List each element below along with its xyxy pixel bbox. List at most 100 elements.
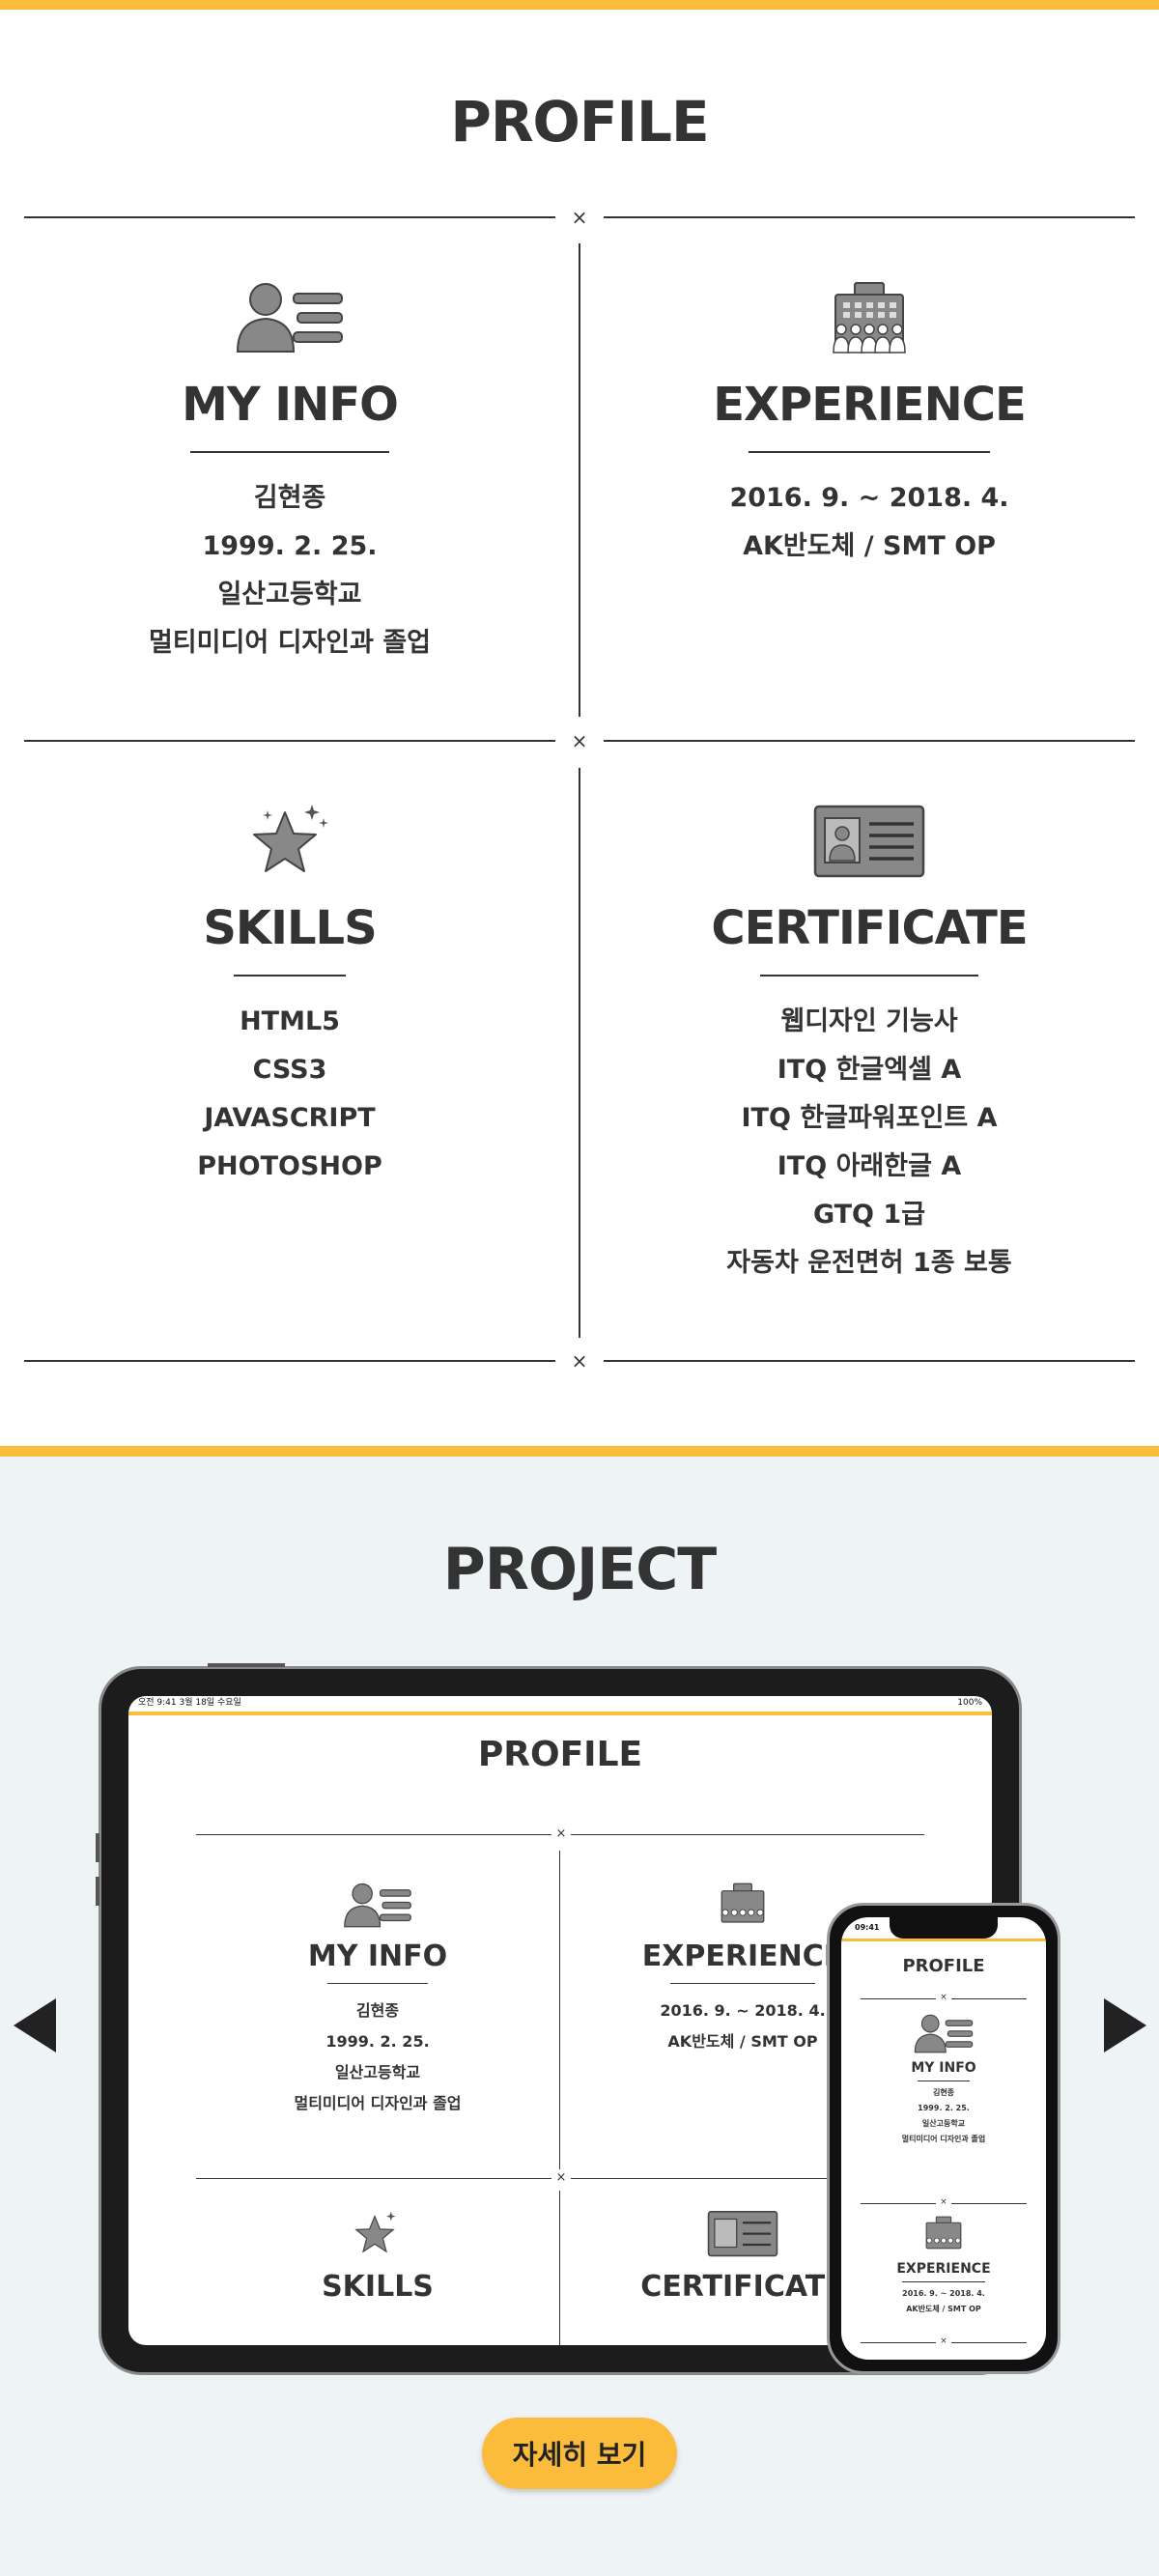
phone-status-time: 09:41 (855, 1923, 880, 1932)
vertical-divider (559, 2191, 560, 2345)
tablet-status-datetime: 오전 9:41 3월 18일 수요일 (138, 1698, 241, 1708)
divider-line (604, 740, 1135, 742)
info-school: 일산고등학교 (921, 2119, 966, 2128)
tablet-skills-title: SKILLS (322, 2270, 434, 2304)
id-card-icon (707, 2211, 778, 2257)
section-accent-bar (0, 1446, 1159, 1457)
phone-experience-card: EXPERIENCE 2016. 9. ~ 2018. 4. AK반도체 / S… (841, 2213, 1046, 2317)
star-icon (354, 2211, 396, 2253)
tablet-accent-strip (128, 1712, 992, 1715)
divider-line (571, 1834, 924, 1835)
info-birthdate: 1999. 2. 25. (325, 2032, 430, 2051)
divider-line (861, 1998, 936, 1999)
info-major: 멀티미디어 디자인과 졸업 (148, 628, 432, 658)
tablet-status-battery: 100% (957, 1698, 982, 1708)
divider-line (196, 2178, 551, 2179)
experience-period: 2016. 9. ~ 2018. 4. (902, 2289, 985, 2298)
divider-line (951, 1998, 1027, 1999)
divider-line (24, 740, 555, 742)
info-name: 김현종 (253, 483, 326, 513)
tablet-status-bar: 오전 9:41 3월 18일 수요일 100% (128, 1696, 992, 1712)
tablet-top-button (208, 1663, 285, 1667)
info-birthdate: 1999. 2. 25. (918, 2104, 970, 2112)
profile-section-title: PROFILE (450, 89, 709, 155)
view-details-button[interactable]: 자세히 보기 (482, 2418, 677, 2489)
skills-card: SKILLS HTML5 CSS3 JAVASCRIPT PHOTOSHOP (0, 799, 580, 1191)
title-underline (670, 1983, 815, 1984)
divider-line (24, 216, 555, 218)
phone-notch (890, 1917, 998, 1939)
top-accent-bar (0, 0, 1159, 10)
experience-period: 2016. 9. ~ 2018. 4. (729, 483, 1009, 513)
certificate-item: ITQ 한글엑셀 A (777, 1055, 962, 1085)
separator-x: × (940, 1993, 947, 2002)
info-birthdate: 1999. 2. 25. (202, 531, 378, 561)
id-card-icon (580, 799, 1159, 882)
title-underline (327, 1983, 428, 1984)
certificate-item: 웹디자인 기능사 (780, 1006, 958, 1036)
info-name: 김현종 (355, 2001, 400, 2020)
divider-line (604, 1360, 1135, 1362)
phone-mockup[interactable]: 09:41 PROFILE × MY INFO 김현종 1999. 2. 25.… (827, 1903, 1060, 2374)
building-people-icon (925, 2216, 962, 2250)
phone-my-info-card: MY INFO 김현종 1999. 2. 25. 일산고등학교 멀티미디어 디자… (841, 2012, 1046, 2147)
divider-line (951, 2342, 1027, 2343)
info-major: 멀티미디어 디자인과 졸업 (294, 2094, 462, 2112)
tablet-my-info-card: MY INFO 김현종 1999. 2. 25. 일산고등학교 멀티미디어 디자… (196, 1880, 559, 2119)
separator-x: × (940, 2336, 947, 2346)
tablet-profile-title: PROFILE (477, 1735, 643, 1774)
divider-line (951, 2203, 1027, 2204)
building-people-icon (721, 1882, 765, 1923)
left-triangle-arrow-icon[interactable] (14, 1998, 56, 2052)
phone-accent-strip (841, 1939, 1046, 1941)
divider-line (604, 216, 1135, 218)
title-underline (190, 451, 389, 453)
info-major: 멀티미디어 디자인과 졸업 (901, 2135, 986, 2143)
phone-screen: 09:41 PROFILE × MY INFO 김현종 1999. 2. 25.… (841, 1917, 1046, 2360)
title-underline (749, 451, 990, 453)
separator-x: × (571, 1349, 588, 1373)
star-icon (0, 799, 580, 882)
skill-item: PHOTOSHOP (197, 1151, 382, 1181)
separator-x: × (555, 2170, 567, 2185)
info-school: 일산고등학교 (217, 580, 362, 609)
tablet-skills-card: SKILLS (196, 2208, 559, 2304)
divider-line (861, 2342, 936, 2343)
skills-title: SKILLS (203, 901, 377, 955)
separator-x: × (571, 729, 588, 752)
separator-x: × (571, 206, 588, 229)
divider-line (196, 1834, 551, 1835)
info-school: 일산고등학교 (334, 2063, 421, 2081)
certificate-item: ITQ 한글파워포인트 A (741, 1103, 998, 1133)
vertical-divider (559, 1851, 560, 2169)
skill-item: HTML5 (240, 1006, 340, 1036)
phone-profile-title: PROFILE (902, 1956, 985, 1976)
building-people-icon (580, 275, 1159, 358)
certificate-title: CERTIFICATE (711, 901, 1028, 955)
experience-card: EXPERIENCE 2016. 9. ~ 2018. 4. AK반도체 / S… (580, 275, 1159, 571)
right-triangle-arrow-icon[interactable] (1104, 1998, 1146, 2052)
tablet-side-button (96, 1833, 99, 1862)
info-name: 김현종 (932, 2088, 955, 2097)
user-profile-icon (914, 2014, 974, 2053)
divider-line (861, 2203, 936, 2204)
my-info-title: MY INFO (182, 378, 399, 432)
certificate-card: CERTIFICATE 웹디자인 기능사 ITQ 한글엑셀 A ITQ 한글파워… (580, 799, 1159, 1288)
separator-x: × (555, 1826, 567, 1841)
tablet-my-info-title: MY INFO (307, 1939, 448, 1973)
title-underline (902, 2281, 985, 2282)
tablet-side-button (96, 1877, 99, 1906)
user-profile-icon (0, 275, 580, 358)
phone-my-info-title: MY INFO (911, 2060, 976, 2076)
certificate-item: 자동차 운전면허 1종 보통 (726, 1248, 1012, 1278)
user-profile-icon (344, 1882, 411, 1928)
experience-company: AK반도체 / SMT OP (906, 2305, 981, 2313)
separator-x: × (940, 2197, 947, 2207)
experience-title: EXPERIENCE (713, 378, 1027, 432)
certificate-item: GTQ 1급 (812, 1200, 926, 1230)
phone-experience-title: EXPERIENCE (896, 2261, 991, 2277)
project-section-title: PROJECT (442, 1536, 717, 1603)
certificate-item: ITQ 아래한글 A (777, 1151, 962, 1181)
my-info-card: MY INFO 김현종 1999. 2. 25. 일산고등학교 멀티미디어 디자… (0, 275, 580, 667)
title-underline (234, 975, 346, 977)
